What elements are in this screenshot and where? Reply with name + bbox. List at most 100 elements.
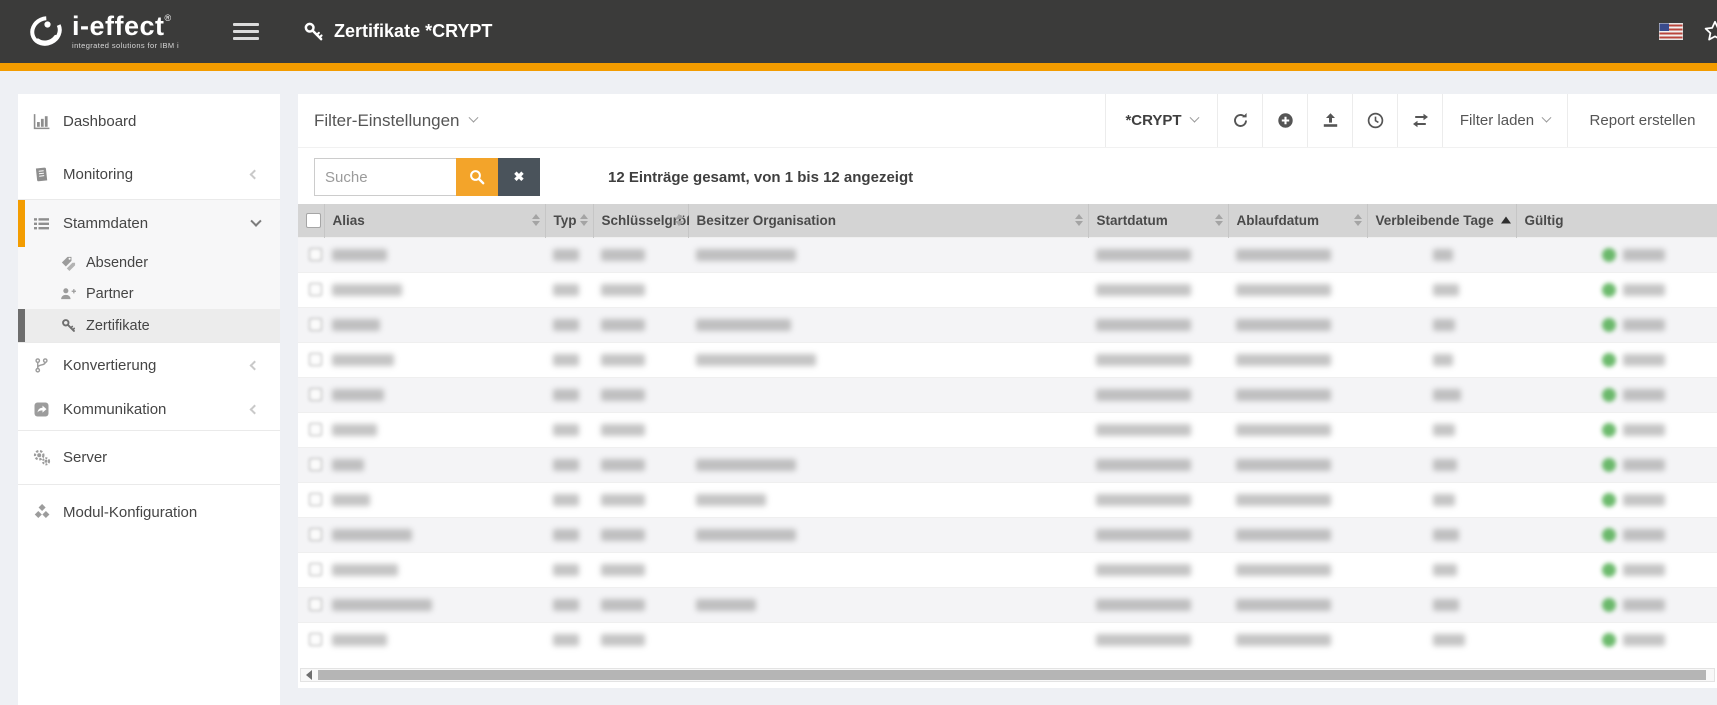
table-row[interactable] — [298, 237, 1717, 272]
table-row[interactable] — [298, 552, 1717, 587]
cell-schluesselgroesse — [593, 552, 688, 587]
row-checkbox[interactable] — [309, 493, 322, 506]
language-flag-icon[interactable] — [1659, 23, 1683, 40]
row-checkbox[interactable] — [309, 318, 322, 331]
valid-status — [1524, 528, 1717, 542]
sort-icon — [1215, 214, 1223, 226]
redacted-cell-text — [601, 599, 645, 611]
cell-alias — [324, 482, 545, 517]
search-input[interactable] — [314, 158, 456, 196]
load-filter-dropdown[interactable]: Filter laden — [1442, 94, 1567, 147]
crypt-scope-dropdown[interactable]: *CRYPT — [1105, 94, 1217, 147]
valid-status-icon — [1602, 318, 1616, 332]
logo-swirl-icon — [26, 12, 66, 52]
sidebar-item-server[interactable]: Server — [18, 431, 280, 485]
sort-icon — [1075, 214, 1083, 226]
select-all-header[interactable] — [298, 204, 324, 237]
column-header-verbleibende-tage[interactable]: Verbleibende Tage — [1367, 204, 1516, 237]
redacted-cell-text — [1433, 319, 1455, 331]
cell-typ — [545, 272, 593, 307]
refresh-button[interactable] — [1217, 94, 1262, 147]
cell-alias — [324, 517, 545, 552]
cell-schluesselgroesse — [593, 622, 688, 657]
cell-alias — [324, 377, 545, 412]
sort-up-arrow-icon — [532, 214, 540, 219]
transfer-button[interactable] — [1397, 94, 1442, 147]
valid-status-icon — [1602, 633, 1616, 647]
menu-toggle-icon[interactable] — [233, 23, 259, 40]
cell-schluesselgroesse — [593, 447, 688, 482]
column-header-startdatum[interactable]: Startdatum — [1088, 204, 1228, 237]
retweet-icon — [1412, 113, 1429, 128]
cell-schluesselgroesse — [593, 517, 688, 552]
add-button[interactable] — [1262, 94, 1307, 147]
sort-active-asc-icon — [1501, 217, 1511, 224]
sort-up-arrow-icon — [1354, 214, 1362, 219]
row-checkbox[interactable] — [309, 528, 322, 541]
redacted-cell-text — [1433, 634, 1465, 646]
table-row[interactable] — [298, 622, 1717, 657]
scrollbar-thumb[interactable] — [318, 670, 1706, 680]
column-label: Startdatum — [1097, 213, 1168, 228]
table-row[interactable] — [298, 587, 1717, 622]
sidebar-item-partner[interactable]: Partner — [18, 278, 280, 309]
search-button[interactable] — [456, 158, 498, 196]
brand-tagline: integrated solutions for IBM i — [72, 42, 179, 50]
column-header-besitzer-organisation[interactable]: Besitzer Organisation — [688, 204, 1088, 237]
redacted-cell-text — [332, 284, 402, 296]
favorite-star-icon[interactable] — [1703, 20, 1717, 43]
row-checkbox[interactable] — [309, 423, 322, 436]
column-header-ablaufdatum[interactable]: Ablaufdatum — [1228, 204, 1367, 237]
redacted-cell-text — [601, 494, 645, 506]
select-all-checkbox[interactable] — [306, 213, 321, 228]
sidebar-item-absender[interactable]: Absender — [18, 247, 280, 278]
sidebar-item-modul-konfiguration[interactable]: Modul-Konfiguration — [18, 485, 280, 539]
redacted-cell-text — [1096, 424, 1191, 436]
row-select-cell — [298, 377, 324, 412]
history-button[interactable] — [1352, 94, 1397, 147]
redacted-cell-text — [1236, 529, 1331, 541]
redacted-status-text — [1623, 389, 1665, 401]
toolbar-actions: *CRYPT — [1105, 94, 1717, 147]
sidebar-item-dashboard[interactable]: Dashboard — [18, 94, 280, 149]
sidebar-item-zertifikate[interactable]: Zertifikate — [18, 309, 280, 342]
sidebar-item-konvertierung[interactable]: Konvertierung — [18, 343, 280, 388]
table-row[interactable] — [298, 517, 1717, 552]
accent-bar — [0, 63, 1717, 71]
redacted-status-text — [1623, 459, 1665, 471]
sidebar-item-kommunikation[interactable]: Kommunikation — [18, 388, 280, 431]
redacted-cell-text — [696, 354, 816, 366]
create-report-button[interactable]: Report erstellen — [1567, 94, 1717, 147]
column-header-gueltig[interactable]: Gültig — [1516, 204, 1717, 237]
column-header-schluesselgroesse[interactable]: Schlüsselgröße — [593, 204, 688, 237]
cell-gueltig — [1516, 622, 1717, 657]
row-checkbox[interactable] — [309, 458, 322, 471]
column-header-typ[interactable]: Typ — [545, 204, 593, 237]
table-row[interactable] — [298, 412, 1717, 447]
row-checkbox[interactable] — [309, 633, 322, 646]
sidebar-item-monitoring[interactable]: Monitoring — [18, 149, 280, 199]
upload-button[interactable] — [1307, 94, 1352, 147]
row-checkbox[interactable] — [309, 283, 322, 296]
table-row[interactable] — [298, 447, 1717, 482]
cell-alias — [324, 552, 545, 587]
row-checkbox[interactable] — [309, 388, 322, 401]
column-header-alias[interactable]: Alias — [324, 204, 545, 237]
row-checkbox[interactable] — [309, 353, 322, 366]
table-row[interactable] — [298, 272, 1717, 307]
clear-search-button[interactable]: ✖ — [498, 158, 540, 196]
scroll-left-arrow-icon[interactable] — [306, 670, 312, 680]
redacted-cell-text — [1236, 494, 1331, 506]
cell-gueltig — [1516, 237, 1717, 272]
row-checkbox[interactable] — [309, 598, 322, 611]
row-checkbox[interactable] — [309, 248, 322, 261]
table-row[interactable] — [298, 482, 1717, 517]
row-checkbox[interactable] — [309, 563, 322, 576]
table-row[interactable] — [298, 342, 1717, 377]
filter-settings-toggle[interactable]: Filter-Einstellungen — [298, 94, 477, 147]
sidebar-item-stammdaten[interactable]: Stammdaten — [18, 200, 280, 247]
horizontal-scrollbar[interactable] — [300, 668, 1715, 682]
table-row[interactable] — [298, 307, 1717, 342]
user-plus-icon — [60, 286, 76, 301]
table-row[interactable] — [298, 377, 1717, 412]
